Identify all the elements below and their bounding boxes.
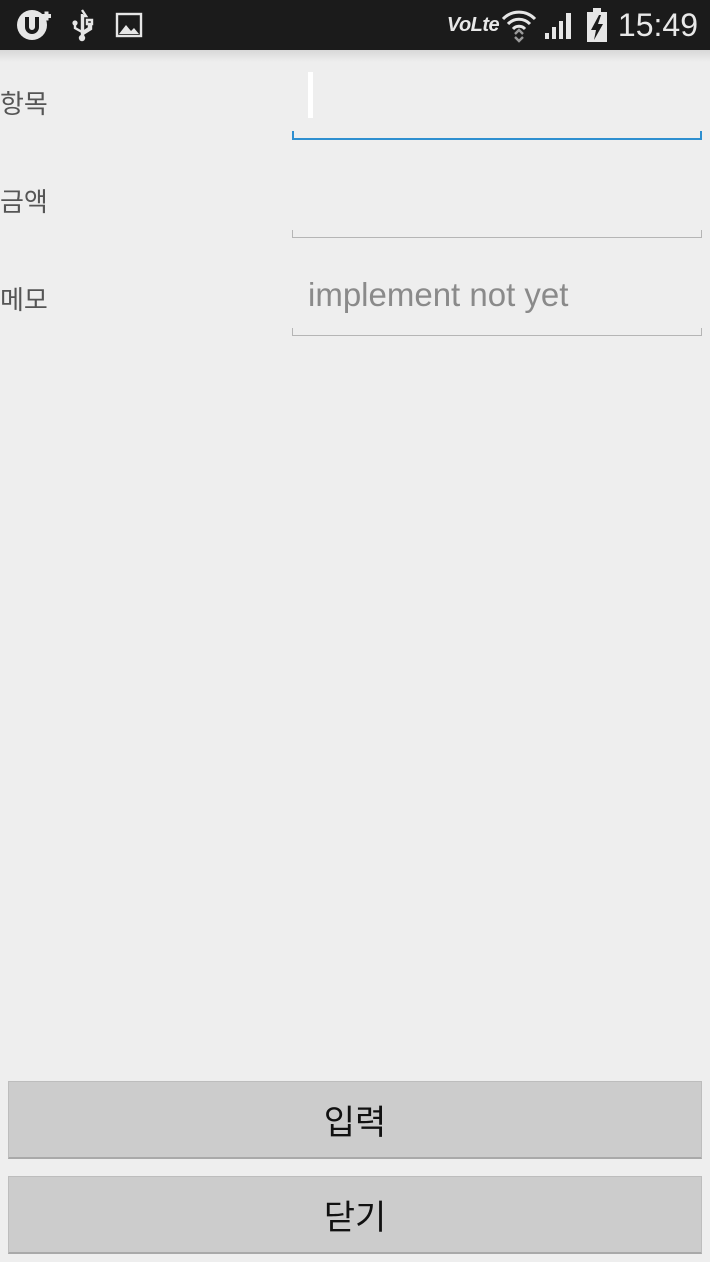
amount-input[interactable]	[292, 190, 702, 238]
amount-input-underline	[292, 230, 702, 238]
item-label: 항목	[0, 90, 48, 120]
memo-label: 메모	[0, 286, 48, 316]
memo-input[interactable]: implement not yet	[292, 276, 702, 336]
battery-charging-icon	[582, 0, 612, 50]
signal-icon	[542, 0, 576, 50]
status-bar-shadow	[0, 50, 710, 62]
item-input[interactable]	[292, 72, 702, 140]
image-icon	[114, 0, 144, 50]
clock: 15:49	[617, 7, 698, 43]
wifi-icon	[500, 0, 538, 50]
amount-label: 금액	[0, 188, 48, 218]
submit-button[interactable]: 입력	[8, 1081, 702, 1159]
memo-input-value: implement not yet	[308, 276, 569, 313]
status-bar: Vo Lte 15:49	[0, 0, 710, 62]
item-input-underline	[292, 131, 702, 140]
volte-indicator: Vo Lte	[446, 13, 500, 36]
close-button[interactable]: 닫기	[8, 1176, 702, 1254]
u-plus-icon	[14, 0, 54, 50]
usb-icon	[68, 0, 96, 50]
text-cursor	[308, 72, 313, 118]
memo-input-underline	[292, 328, 702, 336]
